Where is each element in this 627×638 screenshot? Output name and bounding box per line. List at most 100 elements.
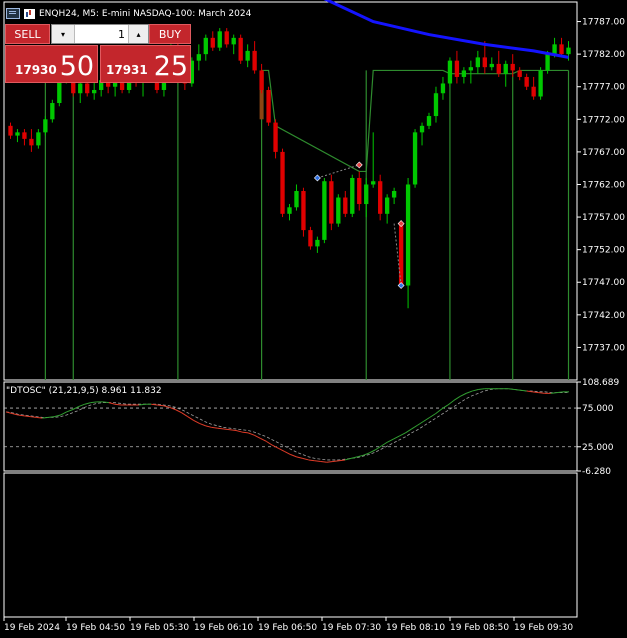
candle-body <box>217 31 222 48</box>
osc-fast-segment <box>302 457 309 461</box>
candle-body <box>552 44 557 55</box>
buy-button[interactable]: BUY <box>149 24 191 44</box>
candle-body <box>22 132 27 139</box>
one-click-trading-icon[interactable] <box>6 8 20 19</box>
osc-fast-segment <box>242 431 249 434</box>
x-tick-label: 19 Feb 05:30 <box>130 623 189 633</box>
sell-arrow-icon <box>355 161 363 169</box>
candle-body <box>510 63 515 71</box>
osc-fast-segment <box>538 392 545 394</box>
osc-fast-segment <box>465 390 473 394</box>
candle-body <box>545 54 550 71</box>
osc-fast-segment <box>314 460 321 462</box>
candle-body <box>92 89 97 94</box>
x-tick-label: 19 Feb 08:10 <box>386 623 445 633</box>
osc-fast-segment <box>368 449 376 454</box>
y-tick-label: 17762.00 <box>582 180 625 190</box>
osc-fast-segment <box>247 432 255 436</box>
y-tick-label: 17782.00 <box>582 50 625 60</box>
candle-body <box>259 70 264 90</box>
osc-fast-segment <box>453 396 461 401</box>
osc-fast-segment <box>393 435 400 440</box>
volume-spinner[interactable]: ▾ 1 ▴ <box>51 24 149 44</box>
y-tick-label: 17767.00 <box>582 148 625 158</box>
candle-body <box>468 67 474 71</box>
candle-body <box>371 181 376 185</box>
osc-fast-segment <box>54 414 61 418</box>
candle-body <box>357 177 362 205</box>
chart-type-icon[interactable] <box>24 8 35 19</box>
candle-body <box>203 37 208 55</box>
candle-body <box>364 184 369 205</box>
candle-body <box>391 191 397 198</box>
osc-fast-segment <box>514 389 521 391</box>
osc-slow-line <box>5 388 569 461</box>
one-click-trade-panel: SELL ▾ 1 ▴ BUY 17930 50 17931 25 <box>5 24 191 83</box>
osc-fast-segment <box>151 403 158 406</box>
candle-body <box>224 31 229 45</box>
x-tick-label: 19 Feb 09:30 <box>514 623 573 633</box>
candle-body <box>482 57 487 68</box>
buy-arrow-icon <box>313 174 321 182</box>
candle-body <box>15 132 20 136</box>
osc-fast-segment <box>417 420 424 426</box>
candle-body <box>43 119 48 133</box>
bid-price-big: 50 <box>59 51 95 82</box>
osc-fast-segment <box>296 456 303 459</box>
osc-fast-segment <box>478 388 485 390</box>
osc-fast-segment <box>326 460 333 463</box>
osc-fast-segment <box>387 438 394 443</box>
osc-fast-segment <box>181 412 188 418</box>
x-tick-label: 19 Feb 07:30 <box>322 623 381 633</box>
osc-y-tick-label: -6.280 <box>582 467 611 477</box>
candle-body <box>503 63 508 74</box>
osc-fast-segment <box>399 432 406 437</box>
candle-body <box>196 54 201 61</box>
ask-price-button[interactable]: 17931 25 <box>100 45 191 83</box>
osc-fast-segment <box>211 426 218 429</box>
indicator-title: "DTOSC" (21,21,9,5) 8.961 11.832 <box>6 386 162 396</box>
candle-body <box>78 83 83 94</box>
candle-body <box>524 76 529 87</box>
osc-fast-segment <box>90 401 97 404</box>
y-tick-label: 17772.00 <box>582 115 625 125</box>
candle-body <box>538 70 543 97</box>
y-tick-label: 17757.00 <box>582 213 625 223</box>
candle-body <box>531 86 536 97</box>
candle-body <box>378 181 383 214</box>
candle-body <box>475 57 480 68</box>
candle-body <box>308 230 313 247</box>
candle-body <box>559 44 564 55</box>
osc-fast-segment <box>405 428 412 434</box>
candle-body <box>280 151 285 214</box>
moving-average-line <box>323 0 569 59</box>
osc-fast-segment <box>24 415 31 418</box>
candle-body <box>315 239 320 247</box>
osc-fast-segment <box>435 408 443 414</box>
chart-canvas[interactable]: 17787.00 17782.00 17777.00 17772.00 17767.00… <box>0 0 627 638</box>
osc-fast-segment <box>423 416 431 422</box>
osc-fast-segment <box>223 428 231 431</box>
osc-fast-segment <box>411 424 418 430</box>
osc-fast-segment <box>520 389 527 392</box>
volume-up-icon[interactable]: ▴ <box>128 25 148 43</box>
osc-fast-segment <box>84 402 91 405</box>
volume-input[interactable]: 1 <box>74 25 128 43</box>
osc-fast-segment <box>290 454 297 458</box>
candle-body <box>245 50 250 61</box>
x-tick-label: 19 Feb 06:50 <box>258 623 317 633</box>
osc-fast-segment <box>381 441 388 447</box>
candle-body <box>252 50 257 71</box>
sell-button[interactable]: SELL <box>5 24 50 44</box>
volume-dropdown-icon[interactable]: ▾ <box>52 25 75 43</box>
candle-body <box>322 181 327 240</box>
bid-price-button[interactable]: 17930 50 <box>5 45 98 83</box>
trade-connector <box>317 164 360 179</box>
ask-price-big: 25 <box>153 51 189 82</box>
candle-body <box>433 93 439 117</box>
candle-body <box>50 103 55 120</box>
candle-body <box>412 132 418 185</box>
candle-body <box>266 89 271 123</box>
candle-body <box>461 70 467 77</box>
candle-body <box>496 63 501 74</box>
